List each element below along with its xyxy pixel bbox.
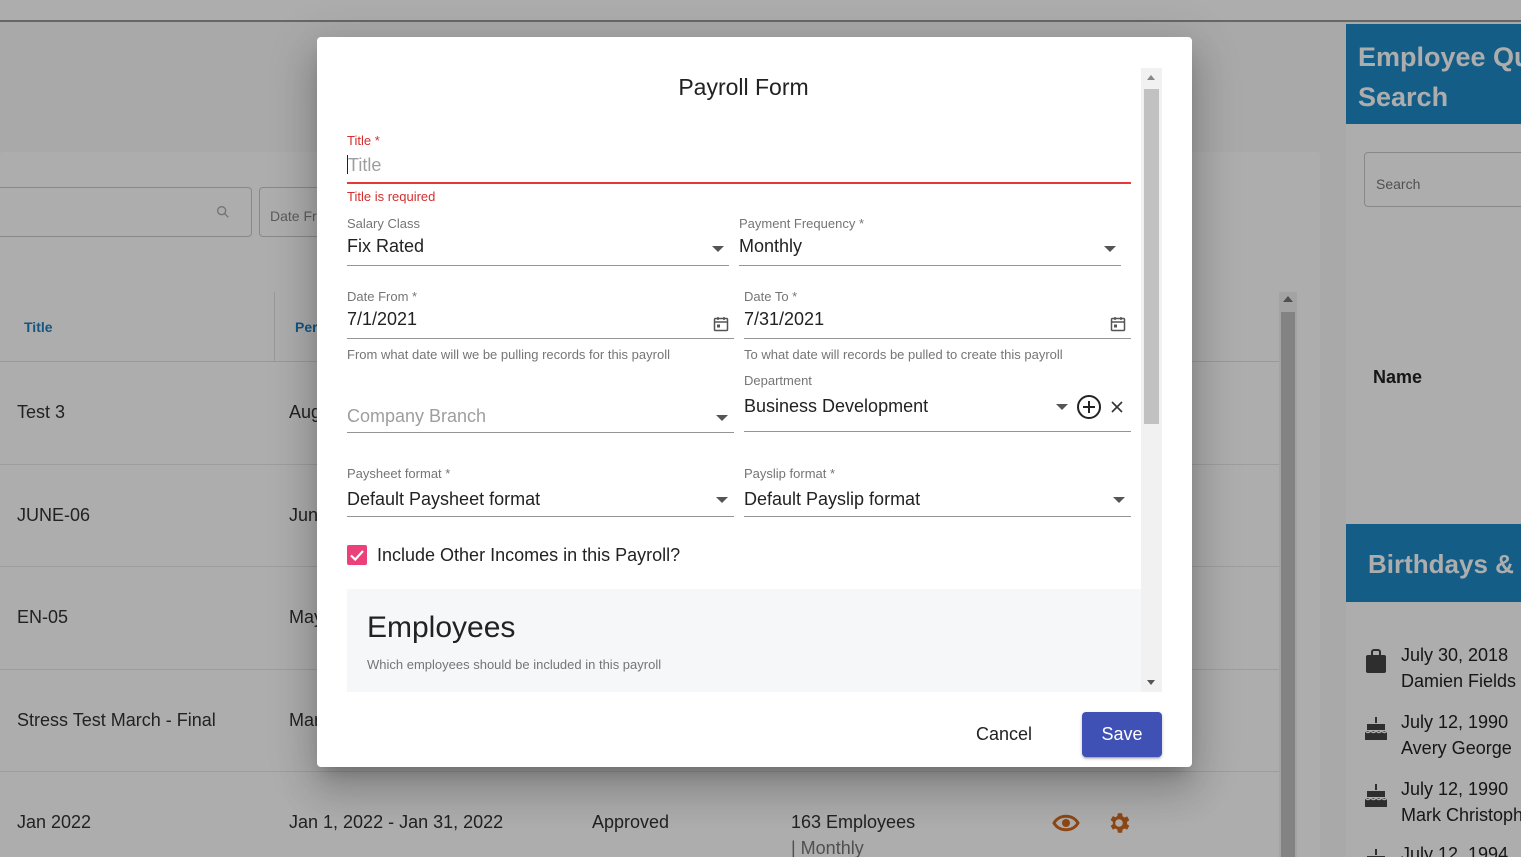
cancel-button[interactable]: Cancel xyxy=(960,713,1048,755)
calendar-icon[interactable] xyxy=(1110,316,1126,332)
title-field-label: Title * xyxy=(347,133,380,148)
close-icon[interactable] xyxy=(1110,400,1124,414)
employees-title: Employees xyxy=(367,611,516,644)
payment-frequency-select[interactable]: Payment Frequency * Monthly xyxy=(739,216,1121,266)
check-icon xyxy=(350,550,364,562)
include-other-incomes-label[interactable]: Include Other Incomes in this Payroll? xyxy=(377,545,680,566)
title-field-placeholder: Title xyxy=(348,155,382,175)
save-button[interactable]: Save xyxy=(1082,712,1162,757)
employees-subtitle: Which employees should be included in th… xyxy=(367,657,662,672)
title-error-message: Title is required xyxy=(347,189,436,204)
company-branch-select[interactable]: Company Branch xyxy=(347,382,734,434)
dialog-title: Payroll Form xyxy=(678,74,809,100)
date-from-field[interactable]: Date From * 7/1/2021 From what date will… xyxy=(347,289,734,364)
title-field[interactable]: Title * Title Title is required xyxy=(347,133,1131,208)
add-circle-icon[interactable] xyxy=(1076,394,1102,420)
chevron-down-icon[interactable] xyxy=(1056,404,1068,410)
dialog-scrollbar[interactable] xyxy=(1141,68,1162,692)
payslip-format-select[interactable]: Payslip format * Default Payslip format xyxy=(744,466,1131,518)
chevron-down-icon xyxy=(716,415,728,421)
date-to-hint: To what date will records be pulled to c… xyxy=(744,347,1063,362)
chevron-down-icon xyxy=(716,497,728,503)
date-to-field[interactable]: Date To * 7/31/2021 To what date will re… xyxy=(744,289,1131,364)
include-other-incomes-checkbox[interactable] xyxy=(347,545,367,565)
salary-class-select[interactable]: Salary Class Fix Rated xyxy=(347,216,729,266)
chevron-down-icon xyxy=(712,246,724,252)
scroll-up-arrow[interactable] xyxy=(1147,75,1155,80)
scroll-down-arrow[interactable] xyxy=(1147,680,1155,685)
chevron-down-icon xyxy=(1113,497,1125,503)
calendar-icon[interactable] xyxy=(713,316,729,332)
company-branch-placeholder: Company Branch xyxy=(347,406,487,426)
scrollbar-thumb[interactable] xyxy=(1144,89,1159,424)
payroll-form-dialog: Payroll Form Title * Title Title is requ… xyxy=(317,37,1192,767)
date-from-hint: From what date will we be pulling record… xyxy=(347,347,670,362)
chevron-down-icon xyxy=(1104,246,1116,252)
department-select[interactable]: Department Business Development xyxy=(744,373,1131,433)
paysheet-format-select[interactable]: Paysheet format * Default Paysheet forma… xyxy=(347,466,734,518)
employees-section: Employees Which employees should be incl… xyxy=(347,589,1141,692)
